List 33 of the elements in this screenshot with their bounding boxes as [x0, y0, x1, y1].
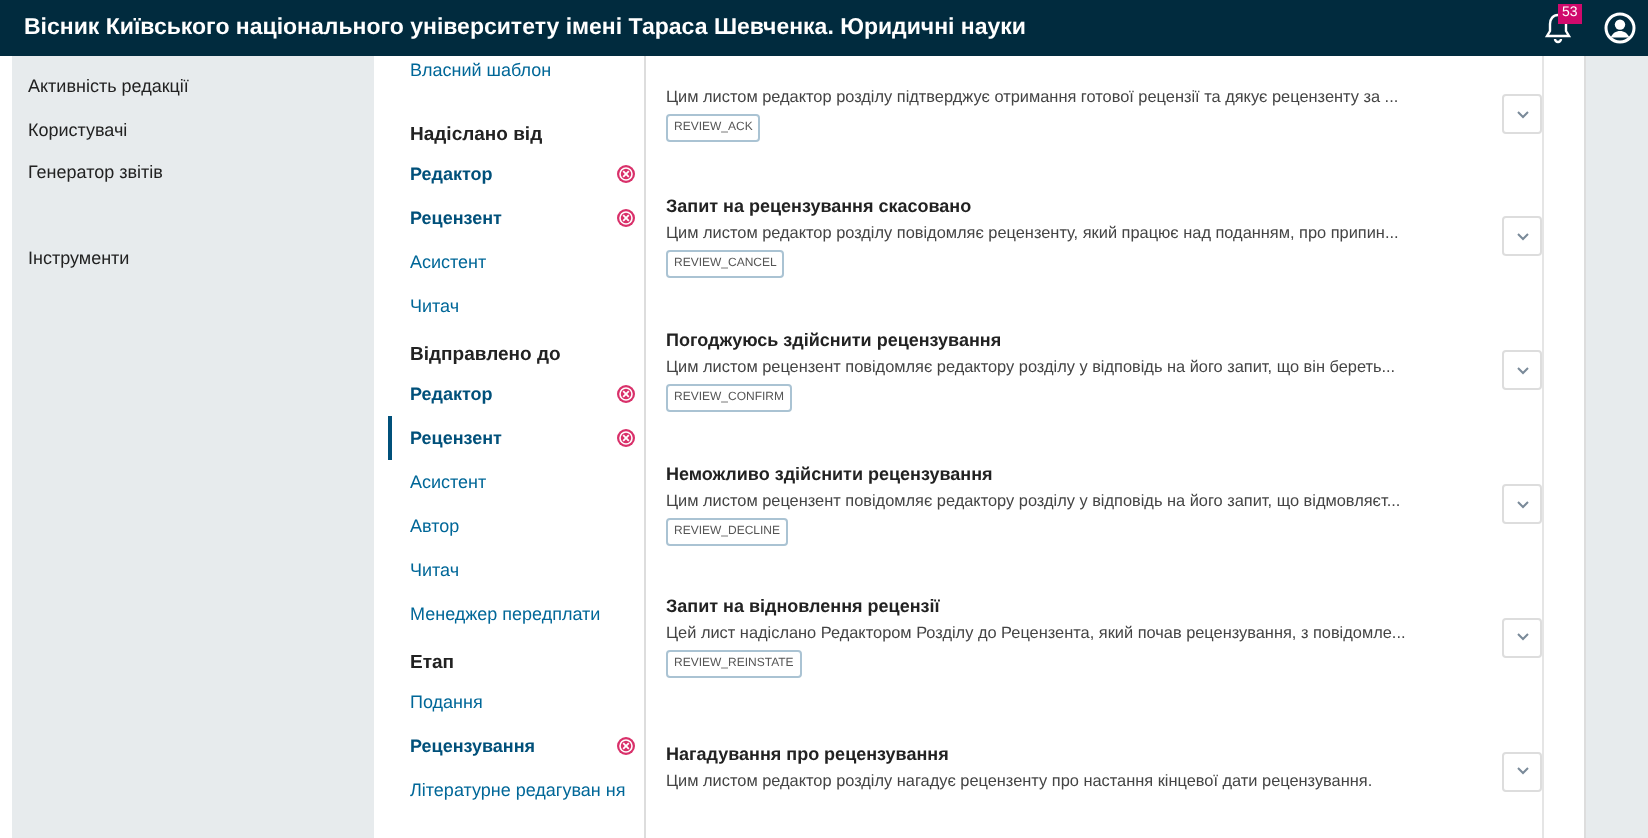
site-title[interactable]: Вісник Київського національного університету імені Тараса Шевченка. Юридичні науки	[24, 16, 1026, 40]
email-description: Цим листом рецензент повідомляє редактору розділу у відповідь на його запит, що відмовляєт...	[666, 491, 1403, 509]
filter-option[interactable]: Автор	[388, 504, 644, 548]
sidebar-item[interactable]: Активність редакції	[28, 76, 374, 119]
filter-option[interactable]: Редактор	[388, 372, 644, 416]
email-description: Цим листом редактор розділу повідомляє рецензенту, який працює над поданням, про припин...	[666, 223, 1401, 242]
filter-heading: Надіслано від	[410, 124, 545, 150]
filter-option[interactable]: Менеджер передплати	[388, 592, 644, 636]
filter-option[interactable]: Читач	[388, 284, 644, 328]
filter-option[interactable]: Читач	[388, 548, 644, 592]
filter-option[interactable]: Подання	[388, 680, 644, 724]
filter-option[interactable]: Рецензент	[388, 196, 644, 240]
sidebar-item[interactable]: Користувачі	[28, 119, 374, 162]
email-title: Запит на рецензування скасовано	[666, 195, 972, 216]
filter-heading: Етап	[410, 652, 457, 678]
email-description: Цим листом рецензент повідомляє редактору розділу у відповідь на його запит, що він береть...	[666, 357, 1398, 376]
filter-item[interactable]: Власний шаблон	[410, 60, 644, 108]
sidebar-item[interactable]: Генератор звітів	[28, 162, 374, 205]
filter-option[interactable]: Асистент	[388, 460, 644, 504]
filter-option[interactable]: Редактор	[388, 152, 644, 196]
filter-option[interactable]: Літературне редагуван ня	[388, 768, 644, 812]
email-title: Погоджуюсь здійснити рецензування	[666, 329, 1002, 350]
email-title: Неможливо здійснити рецензування	[666, 463, 993, 483]
filter-option[interactable]: Рецензування	[388, 724, 644, 768]
filter-heading: Відправлено до	[410, 344, 563, 370]
filter-option[interactable]: Рецензент	[388, 416, 644, 460]
filter-option[interactable]: Асистент	[388, 240, 644, 284]
email-description: Цим листом редактор розділу нагадує рецензенту про настання кінцевої дати рецензування.	[666, 772, 1375, 791]
email-title: Запит на відновлення рецензії	[666, 596, 940, 617]
sidebar-item[interactable]: Інструменти	[28, 247, 374, 290]
email-description: Цей лист надіслано Редактором Розділу до Рецензента, який почав рецензування, з повідомле...	[666, 624, 1408, 643]
email-title: Нагадування про рецензування	[666, 744, 949, 765]
email-description: Цим листом редактор розділу підтверджує отримання готової рецензії та дякує рецензенту за ...	[666, 87, 1401, 106]
